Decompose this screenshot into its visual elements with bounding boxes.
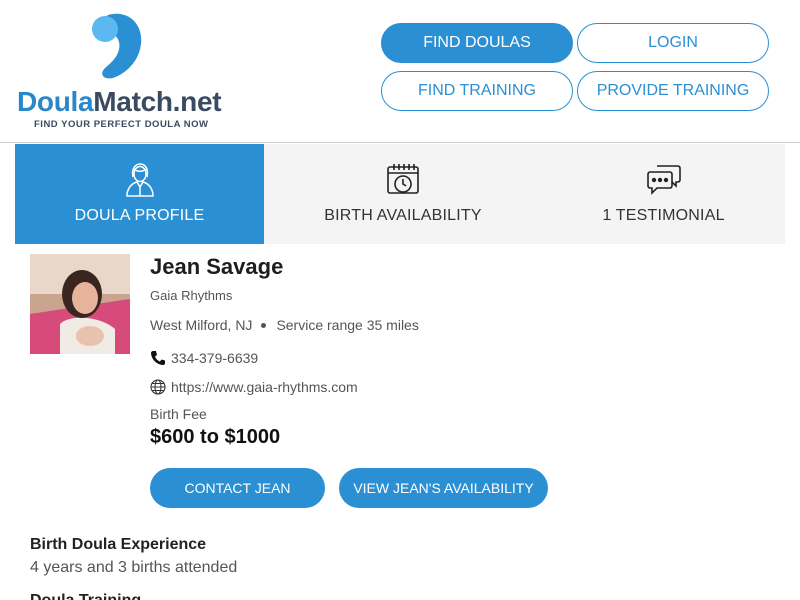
website-link[interactable]: https://www.gaia-rhythms.com [171,379,358,395]
logo-tagline: FIND YOUR PERFECT DOULA NOW [34,119,209,130]
view-availability-button[interactable]: VIEW JEAN'S AVAILABILITY [339,468,548,508]
globe-icon [150,379,166,395]
logo-word-part2: Match.net [93,86,222,117]
service-range-text: Service range 35 miles [276,317,419,333]
site-header: DoulaMatch.net FIND YOUR PERFECT DOULA N… [0,0,800,143]
logo-mark-icon [92,13,142,79]
doula-name: Jean Savage [150,254,284,279]
login-button[interactable]: LOGIN [577,23,769,63]
phone-icon [150,350,166,366]
experience-text: 4 years and 3 births attended [30,559,238,576]
site-logo[interactable]: DoulaMatch.net FIND YOUR PERFECT DOULA N… [17,12,222,130]
phone-number[interactable]: 334-379-6639 [171,350,258,366]
logo-word-part1: Doula [17,86,94,117]
chat-bubbles-icon [646,162,682,198]
separator-dot [261,322,267,328]
location-row: West Milford, NJ Service range 35 miles [150,317,419,333]
fee-value: $600 to $1000 [150,426,281,448]
doula-person-icon [122,162,158,198]
find-training-button[interactable]: FIND TRAINING [381,71,573,111]
profile-photo [30,254,130,354]
experience-heading: Birth Doula Experience [30,536,207,553]
tab-testimonial[interactable]: 1 TESTIMONIAL [542,144,785,244]
location-text: West Milford, NJ [150,317,253,333]
calendar-clock-icon [385,162,421,198]
contact-jean-button[interactable]: CONTACT JEAN [150,468,325,508]
training-heading: Doula Training [30,592,141,600]
phone-row[interactable]: 334-379-6639 [150,350,258,366]
logo-wordmark: DoulaMatch.net [17,86,222,117]
business-name: Gaia Rhythms [150,288,233,303]
tab-birth-availability[interactable]: BIRTH AVAILABILITY [264,144,542,244]
provide-training-button[interactable]: PROVIDE TRAINING [577,71,769,111]
profile-tabs: DOULA PROFILE BIRTH AVAILABILITY 1 TESTI… [15,144,785,244]
tab-label: 1 TESTIMONIAL [602,207,725,224]
tab-label: DOULA PROFILE [74,207,205,224]
website-row[interactable]: https://www.gaia-rhythms.com [150,379,358,395]
tab-doula-profile[interactable]: DOULA PROFILE [15,144,264,244]
tab-label: BIRTH AVAILABILITY [324,207,482,224]
fee-label: Birth Fee [150,406,207,422]
find-doulas-button[interactable]: FIND DOULAS [381,23,573,63]
